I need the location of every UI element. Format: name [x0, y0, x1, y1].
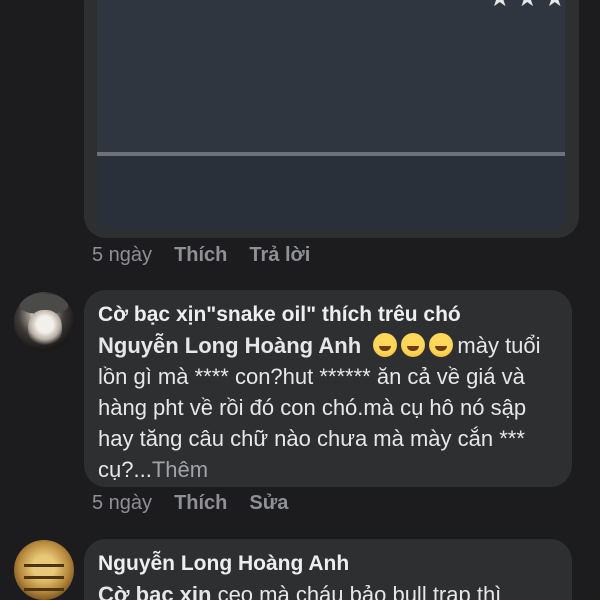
comment-body: Nguyễn Long Hoàng Anh mày tuổi lồn gì mà… — [98, 330, 558, 485]
avatar[interactable] — [14, 540, 74, 600]
comment-actions: 5 ngày Thích Sửa — [92, 492, 288, 515]
avatar-face — [28, 310, 62, 346]
comment-text: ceo mà cháu bảo bull trap thì — [211, 582, 502, 600]
attached-image[interactable]: ★★★ — [97, 0, 565, 230]
avatar-detail — [24, 576, 64, 579]
like-button[interactable]: Thích — [174, 492, 227, 515]
timestamp: 5 ngày — [92, 492, 153, 514]
like-button[interactable]: Thích — [174, 244, 227, 267]
see-more-link[interactable]: Thêm — [152, 457, 208, 482]
mention-link[interactable]: Cờ bạc xịn — [98, 582, 211, 600]
comment-bubble: Nguyễn Long Hoàng Anh Cờ bạc xịn ceo mà … — [84, 539, 572, 600]
avatar-detail — [24, 564, 64, 567]
comment-body: Cờ bạc xịn ceo mà cháu bảo bull trap thì — [98, 579, 558, 600]
comments-screen: ★★★ 5 ngày Thích Trả lời Cờ bạc xịn"snak… — [0, 0, 600, 600]
reply-button[interactable]: Trả lời — [249, 244, 310, 267]
avatar-detail — [24, 588, 64, 591]
laughing-emoji-icon — [401, 333, 426, 357]
comment-bubble: Cờ bạc xịn"snake oil" thích trêu chó Ngu… — [84, 290, 572, 487]
timestamp: 5 ngày — [92, 244, 153, 266]
stars-graphic: ★★★ — [489, 0, 565, 12]
mention-link[interactable]: Nguyễn Long Hoàng Anh — [98, 333, 361, 358]
edit-button[interactable]: Sửa — [249, 492, 288, 515]
comment-author[interactable]: Cờ bạc xịn"snake oil" thích trêu chó — [98, 300, 558, 330]
laughing-emoji-icon — [373, 333, 398, 357]
comment-author[interactable]: Nguyễn Long Hoàng Anh — [98, 549, 558, 579]
laughing-emoji-icon — [429, 333, 454, 357]
avatar[interactable] — [14, 292, 74, 352]
comment-actions-top: 5 ngày Thích Trả lời — [92, 244, 310, 267]
image-lower-panel — [97, 156, 565, 230]
